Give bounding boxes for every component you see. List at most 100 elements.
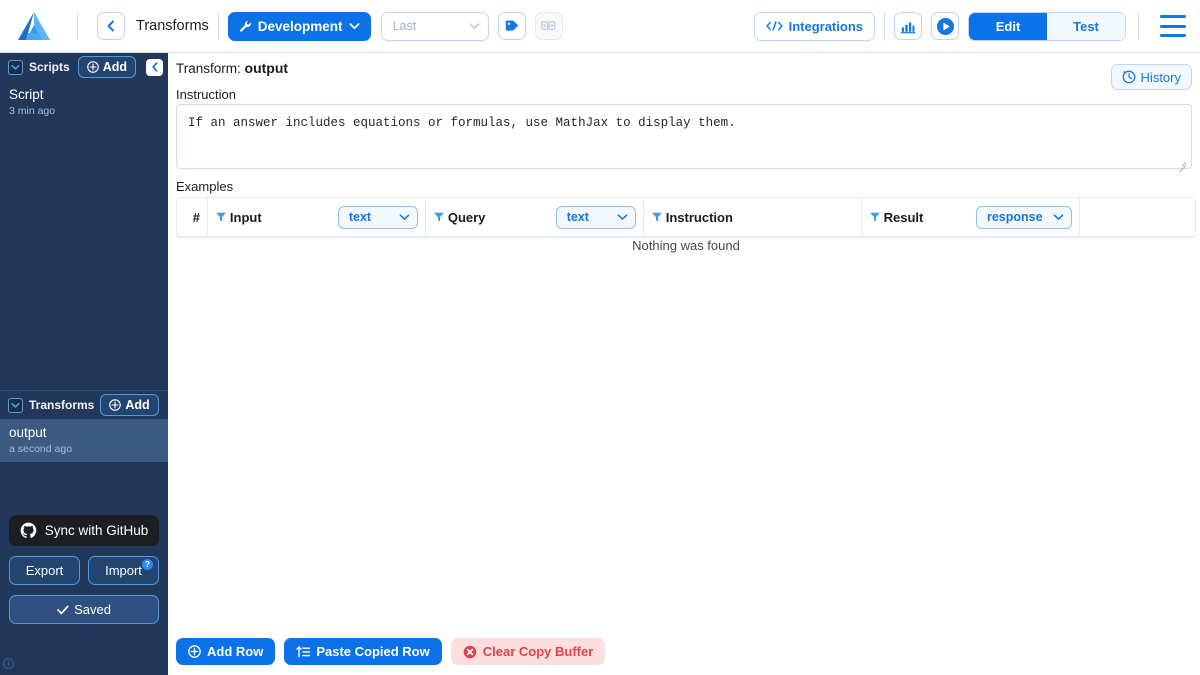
environment-selector[interactable]: Development	[227, 11, 371, 41]
chevron-down-icon	[11, 402, 20, 408]
back-button[interactable]	[97, 12, 125, 40]
clear-copy-buffer-button[interactable]: Clear Copy Buffer	[450, 638, 606, 665]
integrations-button[interactable]: Integrations	[753, 11, 875, 41]
examples-label: Examples	[176, 179, 234, 194]
info-circle-icon[interactable]: i	[3, 658, 14, 669]
instruction-input[interactable]	[176, 104, 1192, 169]
sync-with-github-button[interactable]: Sync with GitHub	[9, 515, 159, 546]
clear-copy-buffer-label: Clear Copy Buffer	[482, 644, 594, 659]
history-label: History	[1140, 69, 1181, 85]
plus-circle-icon	[188, 645, 201, 658]
add-tag-button[interactable]	[497, 12, 526, 40]
add-row-button[interactable]: Add Row	[176, 638, 276, 665]
script-item-name: Script	[9, 87, 44, 102]
chevron-down-icon	[349, 23, 360, 29]
import-label: Import	[105, 563, 142, 578]
empty-state-message: Nothing was found	[632, 238, 740, 253]
saved-label: Saved	[74, 602, 111, 617]
column-header-input-label-group: Input	[215, 210, 262, 225]
add-row-label: Add Row	[207, 644, 264, 659]
saved-status-button[interactable]: Saved	[9, 595, 159, 624]
list-item[interactable]: output a second ago	[0, 419, 168, 463]
divider	[1138, 12, 1139, 40]
integrations-label: Integrations	[788, 18, 863, 34]
column-header-instruction-label-group: Instruction	[651, 210, 733, 225]
column-type-select-result[interactable]: response	[975, 205, 1072, 229]
scripts-panel-title: Scripts	[29, 60, 70, 74]
tag-plus-icon	[505, 20, 518, 31]
history-button[interactable]: History	[1110, 64, 1192, 90]
main-content: Transform: output History Instruction Ex…	[168, 53, 1200, 675]
github-icon	[20, 522, 37, 538]
scripts-panel-header: Scripts Add	[0, 53, 168, 81]
version-select[interactable]: Last	[380, 11, 489, 41]
column-header-result[interactable]: Result response	[862, 198, 1080, 236]
chevron-down-icon	[617, 214, 628, 220]
transform-name: output	[244, 60, 289, 76]
instruction-label: Instruction	[176, 87, 236, 102]
divider	[217, 12, 219, 40]
plus-circle-icon	[109, 399, 122, 411]
divider	[77, 12, 78, 40]
breadcrumb[interactable]: Transforms	[136, 18, 209, 34]
add-script-button[interactable]: Add	[77, 56, 136, 78]
column-type-value-input: text	[348, 210, 372, 224]
filter-icon[interactable]	[215, 211, 227, 223]
version-select-value: Last	[392, 19, 417, 33]
paste-copied-row-label: Paste Copied Row	[316, 644, 430, 659]
play-circle-icon	[936, 17, 954, 35]
filter-icon[interactable]	[869, 211, 881, 223]
paste-icon	[296, 645, 311, 657]
page-title: Transform: output	[176, 60, 288, 76]
copy-disabled-icon	[541, 21, 556, 30]
column-header-instruction[interactable]: Instruction	[644, 198, 862, 236]
tab-test[interactable]: Test	[1047, 12, 1125, 40]
transform-item-time: a second ago	[9, 443, 73, 456]
hamburger-menu-icon[interactable]	[1160, 15, 1186, 37]
column-type-select-query[interactable]: text	[555, 205, 636, 229]
chevron-down-box-icon[interactable]	[8, 59, 23, 75]
column-header-query-label: Query	[447, 209, 486, 225]
analytics-button[interactable]	[894, 12, 922, 40]
chevron-left-icon	[151, 62, 157, 72]
run-button[interactable]	[931, 12, 959, 40]
column-header-input[interactable]: Input text	[208, 198, 426, 236]
wrench-icon	[239, 20, 251, 32]
paste-copied-row-button[interactable]: Paste Copied Row	[284, 638, 442, 665]
code-brackets-icon	[765, 21, 783, 31]
chevron-down-icon	[11, 64, 20, 70]
chevron-down-icon	[1053, 214, 1063, 220]
chevron-left-icon	[107, 20, 114, 32]
transform-item-name: output	[9, 425, 47, 440]
table-header-row: # Input text Query text Instruction Resu…	[177, 198, 1195, 237]
app-logo[interactable]	[0, 0, 68, 53]
list-item[interactable]: Script 3 min ago	[0, 81, 168, 124]
examples-table: # Input text Query text Instruction Resu…	[176, 197, 1196, 238]
environment-label: Development	[257, 18, 343, 34]
collapse-sidebar-button[interactable]	[146, 58, 163, 76]
tab-edit[interactable]: Edit	[969, 12, 1047, 40]
transform-prefix: Transform:	[176, 61, 241, 76]
column-header-query[interactable]: Query text	[426, 198, 644, 236]
filter-icon[interactable]	[651, 211, 663, 223]
filter-icon[interactable]	[433, 211, 445, 223]
scripts-panel: Scripts Add Script 3 min ago	[0, 53, 168, 390]
chevron-down-icon	[469, 23, 479, 29]
column-header-query-label-group: Query	[433, 209, 486, 225]
chevron-down-icon	[399, 214, 410, 220]
column-type-select-input[interactable]: text	[337, 205, 418, 229]
plus-circle-icon	[86, 61, 99, 73]
transforms-panel-header: Transforms Add	[0, 391, 168, 419]
bar-chart-icon	[900, 22, 916, 33]
add-transform-label: Add	[125, 398, 150, 412]
app-logo-icon	[18, 12, 50, 40]
export-button[interactable]: Export	[9, 556, 80, 585]
column-header-index[interactable]: #	[177, 198, 208, 236]
export-label: Export	[25, 563, 64, 578]
chevron-down-box-icon[interactable]	[8, 397, 23, 413]
script-item-time: 3 min ago	[9, 105, 56, 118]
import-button[interactable]: Import ?	[88, 556, 159, 585]
add-transform-button[interactable]: Add	[100, 394, 159, 416]
export-import-row: Export Import ?	[9, 556, 159, 585]
import-help-badge[interactable]: ?	[142, 559, 153, 570]
